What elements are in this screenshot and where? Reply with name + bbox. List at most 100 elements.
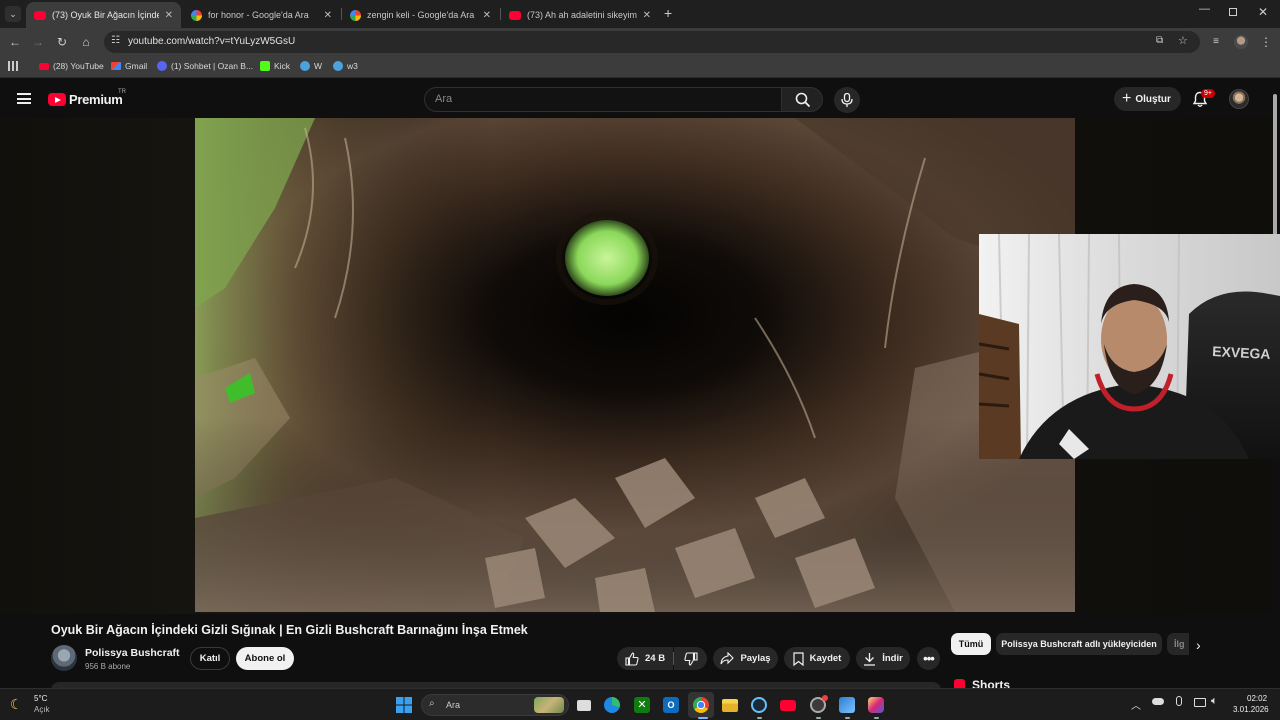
snipping-tool-icon[interactable]	[837, 695, 857, 715]
outlook-icon[interactable]: O	[661, 695, 681, 715]
chip-label: İlg	[1174, 639, 1185, 649]
reload-icon[interactable]: ↻	[54, 34, 70, 50]
clock-date[interactable]: 3.01.2026	[1233, 705, 1269, 714]
tab-title: zengin keli - Google'da Ara	[367, 10, 475, 20]
search-button[interactable]	[781, 87, 823, 112]
taskbar-search[interactable]: ⌕ Ara	[421, 694, 569, 716]
file-explorer-icon[interactable]	[720, 695, 740, 715]
tab-search-button[interactable]: ⌄	[5, 6, 21, 22]
bookmark-star-icon[interactable]: ☆	[1178, 34, 1188, 47]
dislike-button[interactable]	[674, 647, 707, 670]
youtube-icon	[39, 62, 49, 70]
youtube-logo-icon[interactable]	[48, 93, 66, 106]
bookmark-gmail[interactable]: Gmail	[111, 61, 147, 71]
running-indicator	[874, 717, 879, 719]
site-settings-icon[interactable]: ☷	[111, 35, 120, 46]
moon-icon: ☾	[10, 696, 23, 712]
weather-widget[interactable]: ☾ 5°C Açık	[10, 693, 70, 717]
close-icon[interactable]: ✕	[643, 10, 651, 21]
bookmark-w3[interactable]: w3	[333, 61, 358, 71]
channel-name[interactable]: Polissya Bushcraft	[85, 647, 180, 659]
clock-time[interactable]: 02:02	[1247, 694, 1267, 703]
more-horizontal-icon: •••	[923, 651, 935, 666]
youtube-app-icon[interactable]	[778, 695, 798, 715]
speaker-tray-icon[interactable]: 🔈︎	[1211, 695, 1218, 708]
taskbar-search-placeholder: Ara	[446, 700, 461, 710]
subscribe-label: Abone ol	[244, 653, 286, 664]
streamer-webcam-image: EXVEGA	[979, 234, 1280, 459]
create-button[interactable]: + Oluştur	[1114, 87, 1181, 111]
chips-next-arrow-icon[interactable]: ›	[1196, 637, 1201, 653]
close-icon[interactable]: ✕	[165, 10, 173, 21]
bookmark-youtube[interactable]: (28) YouTube	[39, 61, 104, 71]
xbox-icon[interactable]: ✕	[632, 695, 652, 715]
task-view-icon[interactable]	[574, 695, 594, 715]
channel-avatar[interactable]	[51, 645, 77, 671]
microphone-icon	[841, 93, 853, 107]
search-input[interactable]	[435, 93, 765, 105]
tab-youtube-active[interactable]: (73) Oyuk Bir Ağacın İçindeki Gizli Sığı…	[26, 2, 181, 28]
close-window-button[interactable]: ✕	[1258, 5, 1268, 19]
running-indicator	[698, 717, 708, 719]
search-highlight-image	[534, 697, 564, 713]
chair-brand-text: EXVEGA	[1212, 343, 1271, 362]
close-icon[interactable]: ✕	[483, 10, 491, 21]
bookmark-kick[interactable]: Kick	[260, 61, 290, 71]
browser-toolbar: ← → ↻ ⌂ ☷ youtube.com/watch?v=tYuLyzW5Gs…	[0, 28, 1280, 56]
display-tray-icon[interactable]	[1194, 698, 1206, 707]
hamburger-menu-icon[interactable]	[17, 93, 31, 104]
search-icon	[795, 92, 811, 108]
save-button[interactable]: Kaydet	[784, 647, 850, 670]
edge-browser-icon[interactable]	[602, 695, 622, 715]
discord-app-icon[interactable]	[808, 695, 828, 715]
chip-from-uploader[interactable]: Polissya Bushcraft adlı yükleyiciden	[996, 633, 1162, 655]
account-avatar[interactable]	[1229, 89, 1249, 109]
windows-start-icon[interactable]	[394, 695, 414, 715]
restore-button[interactable]	[1229, 8, 1237, 16]
steam-icon[interactable]	[749, 695, 769, 715]
scrollbar-thumb[interactable]	[1273, 94, 1277, 244]
menu-dots-icon[interactable]: ⋮	[1258, 34, 1274, 50]
instagram-icon[interactable]	[866, 695, 886, 715]
bookmark-discord[interactable]: (1) Sohbet | Ozan B...	[157, 61, 253, 71]
chip-all[interactable]: Tümü	[951, 633, 991, 655]
download-button[interactable]: İndir	[856, 647, 910, 670]
youtube-logo-text[interactable]: Premium	[69, 92, 123, 107]
discord-icon	[157, 61, 167, 71]
globe-icon	[300, 61, 310, 71]
gmail-icon	[111, 62, 121, 70]
tab-google-for-honor[interactable]: for honor - Google'da Ara ✕	[183, 2, 340, 28]
address-bar[interactable]: ☷ youtube.com/watch?v=tYuLyzW5GsU ⧉ ☆	[104, 31, 1200, 53]
forward-arrow-icon[interactable]: →	[30, 34, 46, 50]
join-button[interactable]: Katıl	[190, 647, 230, 670]
profile-avatar[interactable]	[1234, 35, 1248, 49]
microphone-tray-icon[interactable]	[1176, 696, 1182, 706]
share-button[interactable]: Paylaş	[713, 647, 778, 670]
cast-icon[interactable]: ⧉	[1156, 35, 1163, 46]
like-button[interactable]: 24 B	[617, 647, 673, 670]
subscribe-button[interactable]: Abone ol	[236, 647, 294, 670]
kick-icon	[260, 61, 270, 71]
tab-youtube-other[interactable]: (73) Ah ah adaletini sikeyim türk ✕	[501, 2, 659, 28]
video-player[interactable]	[195, 118, 1075, 612]
more-actions-button[interactable]: •••	[917, 647, 940, 670]
running-indicator	[845, 717, 850, 719]
tray-chevron-up-icon[interactable]: ︿	[1131, 697, 1141, 712]
chrome-icon[interactable]	[691, 695, 711, 715]
download-icon	[863, 652, 876, 666]
media-control-icon[interactable]: ≡	[1208, 34, 1224, 50]
onedrive-cloud-icon[interactable]	[1152, 698, 1164, 705]
thumbs-up-icon	[625, 651, 639, 666]
home-icon[interactable]: ⌂	[78, 34, 94, 50]
close-icon[interactable]: ✕	[324, 10, 332, 21]
back-arrow-icon[interactable]: ←	[7, 34, 23, 50]
tab-google-zengin-keli[interactable]: zengin keli - Google'da Ara ✕	[342, 2, 499, 28]
apps-grid-icon[interactable]	[8, 61, 18, 71]
chip-related[interactable]: İlg	[1167, 633, 1189, 655]
bookmark-w[interactable]: W	[300, 61, 322, 71]
minimize-button[interactable]: —	[1199, 3, 1210, 15]
notification-count-badge: 9+	[1201, 89, 1215, 98]
voice-search-button[interactable]	[834, 87, 860, 113]
weather-temp: 5°C	[34, 694, 48, 703]
new-tab-button[interactable]: +	[664, 5, 672, 21]
